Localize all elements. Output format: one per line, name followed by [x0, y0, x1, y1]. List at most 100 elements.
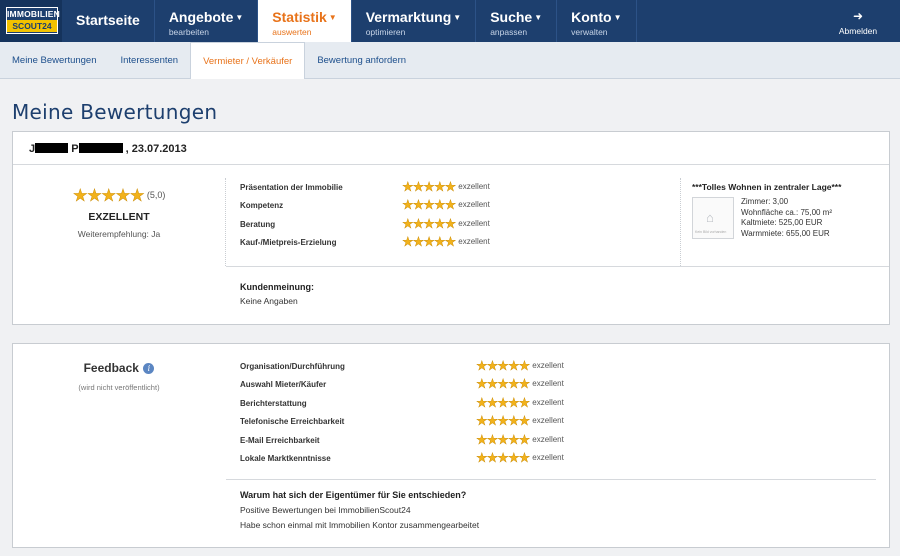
- recommendation-text: Weiterempfehlung: Ja: [77, 229, 161, 239]
- listing-body: ⌂ Kein Bild vorhanden Zimmer: 3,00 Wohnf…: [692, 197, 882, 239]
- property-listing[interactable]: ***Tolles Wohnen in zentraler Lage*** ⌂ …: [692, 182, 882, 239]
- criteria-rating-word: exzellent: [458, 237, 490, 246]
- listing-area: Wohnfläche ca.: 75,00 m²: [741, 207, 833, 217]
- no-image-caption: Kein Bild vorhanden: [695, 230, 727, 234]
- feedback-criteria-rating: ★★★★★ exzellent: [476, 357, 564, 375]
- nav-statistik[interactable]: Statistik ▼ auswerten: [258, 0, 352, 42]
- star-rating: ★★★★★: [402, 179, 457, 194]
- feedback-rating-word: exzellent: [532, 435, 564, 444]
- opinion-label: Kundenmeinung:: [240, 282, 314, 292]
- nav-startseite[interactable]: Startseite: [62, 0, 155, 42]
- star-rating: ★★★★★: [476, 432, 531, 447]
- overall-score: (5,0): [146, 190, 166, 200]
- feedback-criteria-rating: ★★★★★ exzellent: [476, 375, 564, 393]
- listing-image-placeholder[interactable]: ⌂ Kein Bild vorhanden: [692, 197, 734, 239]
- listing-divider: [680, 178, 681, 266]
- immobilienscout24-logo[interactable]: IMMOBILIEN SCOUT24: [0, 0, 62, 42]
- nav-vermarktung[interactable]: Vermarktung ▼ optimieren: [352, 0, 477, 42]
- criteria-rating: ★★★★★ exzellent: [402, 215, 490, 233]
- feedback-criteria-rating: ★★★★★ exzellent: [476, 449, 564, 467]
- feedback-criteria-label: E-Mail Erreichbarkeit: [240, 436, 320, 445]
- sub-navigation: Meine Bewertungen Interessenten Vermiete…: [0, 42, 900, 79]
- star-rating: ★★★★★: [402, 197, 457, 212]
- feedback-criteria-label: Telefonische Erreichbarkeit: [240, 417, 345, 426]
- tab-bewertung-anfordern[interactable]: Bewertung anfordern: [305, 42, 418, 78]
- chevron-down-icon: ▼: [235, 13, 244, 22]
- feedback-criteria-label: Lokale Marktkenntnisse: [240, 454, 331, 463]
- star-rating: ★★★★★: [402, 234, 457, 249]
- feedback-card: Feedback i (wird nicht veröffentlicht) O…: [12, 343, 890, 548]
- nav-vermarktung-label: Vermarktung: [365, 9, 452, 25]
- feedback-criteria-label: Berichterstattung: [240, 399, 307, 408]
- section-divider: [226, 479, 876, 480]
- feedback-criteria-rating: ★★★★★ exzellent: [476, 431, 564, 449]
- logout-label: Abmelden: [838, 26, 878, 36]
- tab-interessenten[interactable]: Interessenten: [109, 42, 191, 78]
- feedback-title: Feedback: [83, 361, 139, 375]
- section-divider: [226, 266, 889, 267]
- feedback-rating-word: exzellent: [532, 361, 564, 370]
- top-navigation: IMMOBILIEN SCOUT24 Startseite Angebote ▼ …: [0, 0, 900, 42]
- criteria-label: Kompetenz: [240, 201, 284, 210]
- feedback-criteria-label: Auswahl Mieter/Käufer: [240, 380, 327, 389]
- nav-startseite-label: Startseite: [76, 12, 140, 28]
- logout-icon: ➜: [852, 9, 864, 23]
- redacted-last-name: [78, 143, 123, 153]
- overall-rating: ★★★★★ (5,0) EXZELLENT Weiterempfehlung: J…: [13, 186, 225, 239]
- opinion-text: Keine Angaben: [240, 296, 298, 306]
- criteria-rating: ★★★★★ exzellent: [402, 196, 490, 214]
- feedback-criteria-label: Organisation/Durchführung: [240, 362, 345, 371]
- nav-statistik-label: Statistik: [272, 9, 327, 25]
- criteria-rating: ★★★★★ exzellent: [402, 178, 490, 196]
- feedback-rating-word: exzellent: [532, 398, 564, 407]
- review-date: , 23.07.2013: [125, 143, 187, 155]
- feedback-heading: Feedback i (wird nicht veröffentlicht): [13, 359, 225, 392]
- tab-vermieter-verkaeufer[interactable]: Vermieter / Verkäufer: [190, 42, 306, 79]
- criteria-label: Beratung: [240, 220, 276, 229]
- overall-star-rating: ★★★★★: [72, 186, 145, 205]
- feedback-note: (wird nicht veröffentlicht): [78, 383, 160, 392]
- overall-rating-word: EXZELLENT: [88, 211, 150, 223]
- feedback-rating-word: exzellent: [532, 416, 564, 425]
- page-title: Meine Bewertungen: [12, 100, 218, 124]
- listing-facts: Zimmer: 3,00 Wohnfläche ca.: 75,00 m² Ka…: [741, 197, 832, 239]
- listing-title[interactable]: ***Tolles Wohnen in zentraler Lage***: [692, 182, 882, 192]
- star-rating: ★★★★★: [476, 376, 531, 391]
- chevron-down-icon: ▼: [613, 13, 622, 22]
- nav-angebote-label: Angebote: [168, 9, 234, 25]
- listing-cold-rent: Kaltmiete: 525,00 EUR: [741, 218, 823, 227]
- feedback-rating-word: exzellent: [532, 379, 564, 388]
- nav-suche-label: Suche: [490, 9, 533, 25]
- nav-angebote-sub: bearbeiten: [168, 27, 209, 37]
- star-rating: ★★★★★: [476, 450, 531, 465]
- star-rating: ★★★★★: [476, 395, 531, 410]
- feedback-answer: Habe schon einmal mit Immobilien Kontor …: [240, 520, 480, 530]
- feedback-criteria-rating: ★★★★★ exzellent: [476, 412, 564, 430]
- house-icon: ⌂: [706, 210, 714, 225]
- nav-angebote[interactable]: Angebote ▼ bearbeiten: [155, 0, 259, 42]
- star-rating: ★★★★★: [402, 216, 457, 231]
- star-rating: ★★★★★: [476, 358, 531, 373]
- criteria-rating-word: exzellent: [458, 182, 490, 191]
- tab-meine-bewertungen[interactable]: Meine Bewertungen: [0, 42, 109, 78]
- nav-vermarktung-sub: optimieren: [365, 27, 406, 37]
- feedback-criteria-rating: ★★★★★ exzellent: [476, 394, 564, 412]
- criteria-rating-word: exzellent: [458, 200, 490, 209]
- criteria-label: Präsentation der Immobilie: [240, 183, 343, 192]
- redacted-first-name: [35, 143, 69, 153]
- review-card: J P , 23.07.2013 ★★★★★ (5,0) EXZELLENT We…: [12, 131, 890, 325]
- logout-button[interactable]: ➜ Abmelden: [816, 0, 900, 42]
- nav-konto-label: Konto: [571, 9, 612, 25]
- chevron-down-icon: ▼: [534, 13, 543, 22]
- nav-statistik-sub: auswerten: [272, 27, 312, 37]
- feedback-rating-word: exzellent: [532, 453, 564, 462]
- feedback-answer: Positive Bewertungen bei ImmobilienScout…: [240, 505, 411, 515]
- listing-warm-rent: Warmmiete: 655,00 EUR: [741, 228, 830, 238]
- nav-konto-sub: verwalten: [571, 27, 608, 37]
- feedback-question: Warum hat sich der Eigentümer für Sie en…: [240, 490, 467, 500]
- logo-line-1: IMMOBILIEN: [7, 9, 60, 19]
- nav-konto[interactable]: Konto ▼ verwalten: [557, 0, 637, 42]
- info-icon[interactable]: i: [143, 363, 155, 374]
- nav-suche[interactable]: Suche ▼ anpassen: [476, 0, 558, 42]
